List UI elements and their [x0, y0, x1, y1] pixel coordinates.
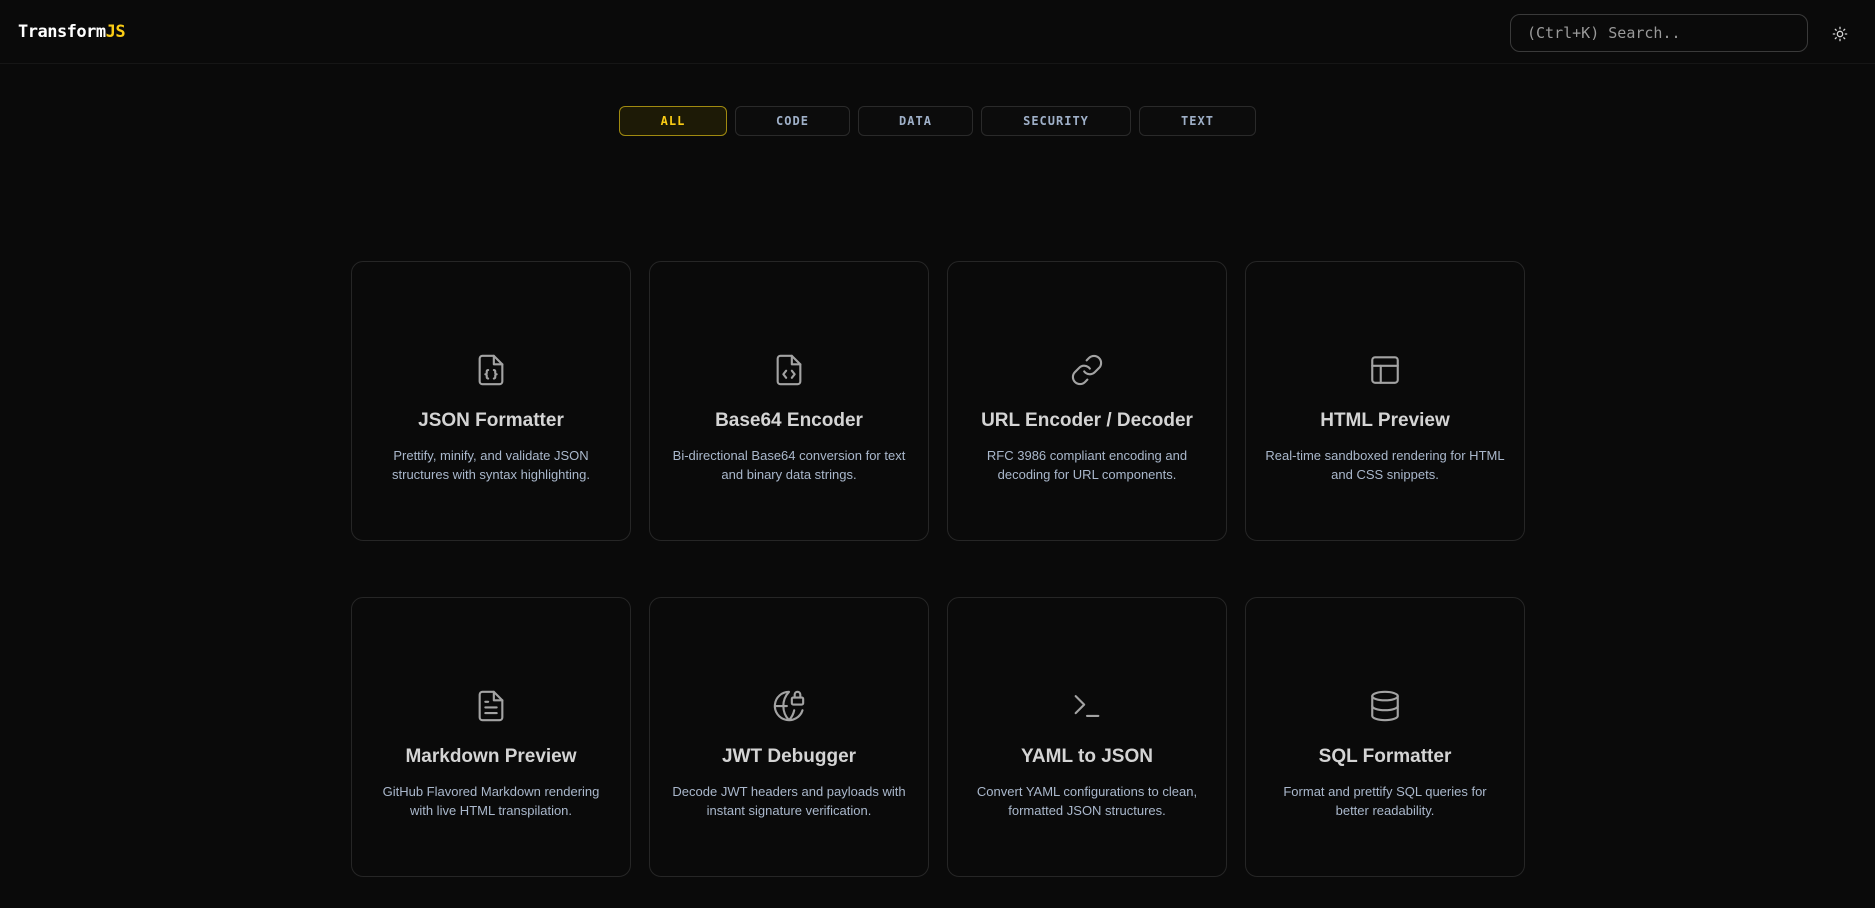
search-box[interactable]	[1510, 14, 1808, 52]
file-code-icon	[771, 352, 807, 388]
card-title: YAML to JSON	[1021, 746, 1153, 767]
category-tabs: ALL CODE DATA SECURITY TEXT	[619, 106, 1256, 136]
card-description: Real-time sandboxed rendering for HTML a…	[1265, 448, 1505, 482]
tab-code[interactable]: CODE	[735, 106, 850, 136]
top-bar: TransformJS	[0, 0, 1875, 64]
tab-security[interactable]: SECURITY	[981, 106, 1131, 136]
tool-card-url-encoder[interactable]: URL Encoder / Decoder RFC 3986 compliant…	[947, 261, 1227, 541]
card-title: Markdown Preview	[405, 746, 577, 767]
tool-card-yaml-to-json[interactable]: YAML to JSON Convert YAML configurations…	[947, 597, 1227, 877]
link-icon	[1069, 352, 1105, 388]
card-description: Prettify, minify, and validate JSON stru…	[392, 448, 590, 482]
theme-toggle-button[interactable]	[1830, 24, 1850, 44]
logo-text: Transform	[18, 22, 106, 42]
tool-card-base64-encoder[interactable]: Base64 Encoder Bi-directional Base64 con…	[649, 261, 929, 541]
tool-card-json-formatter[interactable]: JSON Formatter Prettify, minify, and val…	[351, 261, 631, 541]
logo-accent: JS	[105, 22, 126, 42]
file-json-icon	[473, 352, 509, 388]
card-title: JSON Formatter	[418, 410, 564, 431]
card-description: Bi-directional Base64 conversion for tex…	[672, 448, 906, 482]
card-description: Convert YAML configurations to clean, fo…	[976, 784, 1198, 818]
search-input[interactable]	[1511, 15, 1807, 51]
sun-icon	[1832, 26, 1848, 42]
card-description: RFC 3986 compliant encoding and decoding…	[986, 448, 1188, 482]
tool-card-html-preview[interactable]: HTML Preview Real-time sandboxed renderi…	[1245, 261, 1525, 541]
tool-card-markdown-preview[interactable]: Markdown Preview GitHub Flavored Markdow…	[351, 597, 631, 877]
globe-lock-icon	[771, 688, 807, 724]
database-icon	[1367, 688, 1403, 724]
tab-text[interactable]: TEXT	[1139, 106, 1256, 136]
card-description: GitHub Flavored Markdown rendering with …	[382, 784, 600, 818]
card-title: HTML Preview	[1320, 410, 1450, 431]
logo[interactable]: TransformJS	[18, 22, 126, 42]
tab-data[interactable]: DATA	[858, 106, 973, 136]
layout-icon	[1367, 352, 1403, 388]
card-title: SQL Formatter	[1318, 746, 1452, 767]
card-description: Decode JWT headers and payloads with ins…	[672, 784, 906, 818]
tab-all[interactable]: ALL	[619, 106, 727, 136]
card-title: Base64 Encoder	[715, 410, 863, 431]
tool-card-jwt-debugger[interactable]: JWT Debugger Decode JWT headers and payl…	[649, 597, 929, 877]
file-text-icon	[473, 688, 509, 724]
tool-card-sql-formatter[interactable]: SQL Formatter Format and prettify SQL qu…	[1245, 597, 1525, 877]
card-title: JWT Debugger	[721, 746, 857, 767]
tools-grid: JSON Formatter Prettify, minify, and val…	[351, 261, 1525, 877]
terminal-icon	[1069, 688, 1105, 724]
card-title: URL Encoder / Decoder	[981, 410, 1193, 431]
card-description: Format and prettify SQL queries for bett…	[1283, 784, 1487, 818]
